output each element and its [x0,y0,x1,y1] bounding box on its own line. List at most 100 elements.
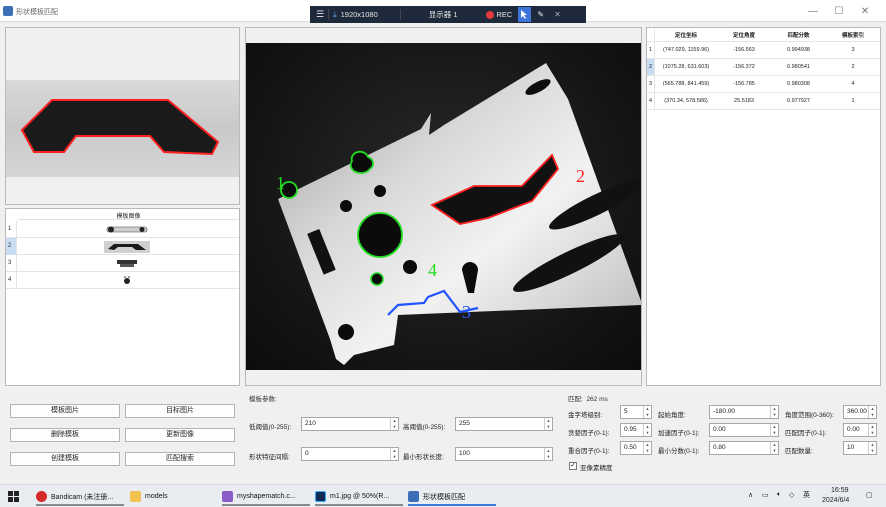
row-index: 3 [6,255,17,272]
pyramid-label: 金字塔级别: [568,412,603,419]
row-index: 2 [6,238,17,255]
accel-input[interactable]: 0.00 ▲ ▼ [709,423,779,437]
target-image-button[interactable]: 目标图片 [125,404,235,418]
overlap-label: 重合因子(0-1): [568,448,610,455]
min-length-input[interactable]: 100 ▲ ▼ [455,447,553,461]
match-count-label: 匹配数量: [785,448,813,455]
match-count-input[interactable]: 10 ▲ ▼ [843,441,877,455]
download-icon[interactable]: ⤓ [333,10,337,20]
greedy-label: 贪婪因子(0-1): [568,430,610,437]
create-template-button[interactable]: 创建模板 [10,452,120,466]
col-header-template[interactable]: 模板索引 [826,31,880,39]
minimize-button[interactable]: — [800,3,826,19]
row-index: 4 [6,272,17,289]
recorder-resolution: 1920x1080 [340,10,378,19]
taskbar-item-shapematch[interactable]: 形状模板匹配 [408,489,465,504]
match-factor-input[interactable]: 0.00 ▲ ▼ [843,423,877,437]
volume-icon[interactable]: 🔈︎ [777,491,781,499]
bandicam-icon [36,491,47,502]
template-params-title: 模板参数: [249,396,277,403]
delete-template-button[interactable]: 删除模板 [10,428,120,442]
template-preview-panel [5,27,240,205]
start-button[interactable] [8,489,19,504]
row-index: 1 [6,221,17,238]
taskbar: Bandicam (未注册... models myshapematch.c..… [0,484,886,507]
min-length-label: 最小形状长度: [403,454,444,461]
display-icon[interactable]: ▭ [762,491,769,499]
feature-spacing-label: 形状特征间隔: [249,454,290,461]
template-row[interactable]: 3 [6,255,239,272]
template-thumb [104,241,150,253]
template-thumb [106,226,148,233]
maximize-button[interactable]: ☐ [826,3,852,19]
match-time: 262 ms [586,396,608,403]
col-header-angle[interactable]: 定位角度 [717,31,771,39]
col-header-score[interactable]: 匹配分数 [771,31,826,39]
table-row[interactable]: 1 (747.029, 1159.96) -156.563 0.994938 3 [647,42,880,59]
col-header-coord[interactable]: 定位坐标 [655,31,717,39]
match-factor-label: 匹配因子(0-1): [785,430,827,437]
template-image-button[interactable]: 模板图片 [10,404,120,418]
greedy-input[interactable]: 0.95 ▲ ▼ [620,423,652,437]
app-icon [408,491,419,502]
min-score-input[interactable]: 0.80 ▲ ▼ [709,441,779,455]
high-threshold-label: 高阈值(0-255): [403,424,446,431]
taskbar-item-bandicam[interactable]: Bandicam (未注册... [36,489,113,504]
window-title: 形状模板匹配 [16,9,58,16]
close-button[interactable]: ✕ [852,3,878,19]
close-recorder-icon[interactable]: ✕ [554,10,561,19]
template-row[interactable]: 2 [6,238,239,255]
template-preview-image [6,80,239,177]
match-search-button[interactable]: 匹配搜索 [125,452,235,466]
subpixel-label: 亚像素精度 [580,465,613,472]
taskbar-item-models[interactable]: models [130,489,168,504]
match-label-1: 1 [276,173,285,193]
cursor-icon[interactable] [518,7,532,22]
windows-icon [8,491,19,502]
template-thumb [117,260,137,267]
clock-date[interactable]: 2024/6/4 [822,497,849,504]
angle-range-input[interactable]: 360.00 ▲ ▼ [843,405,877,419]
clock-time[interactable]: 16:59 [831,487,849,494]
table-row[interactable]: 2 (1075.28, 631.603) -156.372 0.980541 2 [647,59,880,76]
chevron-up-icon[interactable]: ∧ [748,491,753,499]
subpixel-checkbox[interactable]: ✓ [569,462,577,470]
result-table-panel: 定位坐标 定位角度 匹配分数 模板索引 1 (747.029, 1159.96)… [646,27,881,386]
template-row[interactable]: 4 [6,272,239,289]
match-section-title: 匹配: 262 ms [568,396,608,403]
high-threshold-input[interactable]: 255 ▲ ▼ [455,417,553,431]
network-icon[interactable]: ◇ [789,491,794,499]
target-image-panel: 1 2 3 4 [245,27,642,386]
accel-label: 加速因子(0-1): [658,430,700,437]
notification-icon[interactable]: ▢ [866,491,873,499]
feature-spacing-input[interactable]: 0 ▲ ▼ [301,447,399,461]
match-label-4: 4 [428,260,437,280]
min-score-label: 最小分数(0-1): [658,448,700,455]
start-angle-input[interactable]: -180.00 ▲ ▼ [709,405,779,419]
template-list: 模板图像 1 2 3 4 [5,208,240,386]
result-table: 定位坐标 定位角度 匹配分数 模板索引 1 (747.029, 1159.96)… [647,28,880,110]
recorder-display[interactable]: 显示器 1 [429,9,458,20]
update-image-button[interactable]: 更新图像 [125,428,235,442]
ime-indicator[interactable]: 英 [803,490,810,500]
record-icon[interactable] [485,10,494,19]
photoshop-icon [315,491,326,502]
folder-icon [130,491,141,502]
menu-icon[interactable]: ☰ [316,9,324,20]
visual-studio-icon [222,491,233,502]
overlap-input[interactable]: 0.50 ▲ ▼ [620,441,652,455]
table-header: 定位坐标 定位角度 匹配分数 模板索引 [647,28,880,42]
low-threshold-input[interactable]: 210 ▲ ▼ [301,417,399,431]
table-row[interactable]: 3 (565.788, 841.459) -156.785 0.980308 4 [647,76,880,93]
taskbar-item-photoshop[interactable]: m1.jpg @ 50%(R... [315,489,389,504]
pyramid-input[interactable]: 5 ▲ ▼ [620,405,652,419]
pen-icon[interactable]: ✎ [537,10,544,19]
table-row[interactable]: 4 (370.34, 578.586) 25.5183 0.977927 1 [647,93,880,110]
rec-label[interactable]: REC [497,10,513,19]
template-list-header: 模板图像 [18,209,239,220]
template-row[interactable]: 1 [6,221,239,238]
target-image[interactable]: 1 2 3 4 [246,43,641,370]
match-label-2: 2 [576,166,585,186]
taskbar-item-myshapematch[interactable]: myshapematch.c... [222,489,296,504]
low-threshold-label: 低阈值(0-255): [249,424,292,431]
